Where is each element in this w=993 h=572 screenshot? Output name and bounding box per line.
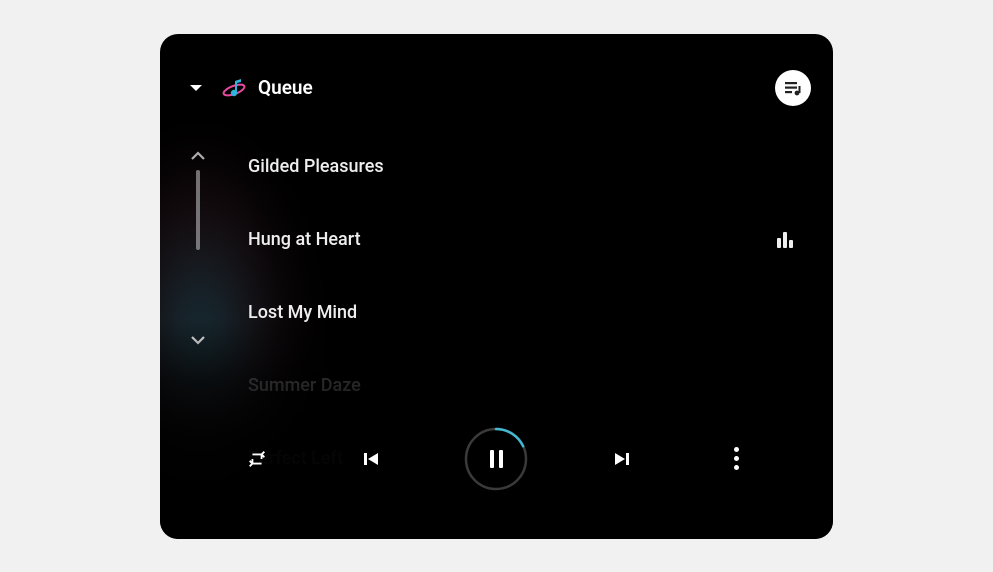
scrollbar-thumb[interactable]: [196, 170, 200, 250]
scroll-up-button[interactable]: [186, 144, 210, 168]
page-title: Queue: [258, 76, 313, 99]
track-row[interactable]: Gilded Pleasures: [248, 130, 811, 203]
collapse-button[interactable]: [182, 81, 210, 95]
skip-next-icon: [612, 449, 632, 469]
music-player-card: Queue Gilded Pleasures Hung at Heart: [160, 34, 833, 539]
previous-button[interactable]: [351, 439, 391, 479]
progress-ring: [464, 427, 528, 491]
repeat-icon: [246, 448, 268, 470]
header: Queue: [182, 72, 811, 104]
track-title: Hung at Heart: [248, 229, 361, 250]
now-playing-button[interactable]: [775, 70, 811, 106]
track-row[interactable]: Lost My Mind: [248, 276, 811, 349]
playback-controls: [160, 419, 833, 499]
app-logo-icon: [220, 74, 248, 102]
track-row[interactable]: Summer Daze: [248, 349, 811, 422]
track-row[interactable]: Hung at Heart: [248, 203, 811, 276]
track-title: Lost My Mind: [248, 302, 357, 323]
playlist-icon: [783, 78, 803, 98]
play-pause-button[interactable]: [464, 427, 528, 491]
repeat-button[interactable]: [237, 439, 277, 479]
chevron-down-icon: [190, 332, 206, 348]
equalizer-icon: [777, 230, 793, 248]
track-title: Summer Daze: [248, 375, 361, 396]
chevron-down-icon: [189, 81, 203, 95]
chevron-up-icon: [190, 148, 206, 164]
next-button[interactable]: [602, 439, 642, 479]
skip-previous-icon: [361, 449, 381, 469]
more-vertical-icon: [734, 447, 739, 470]
scroll-down-button[interactable]: [186, 328, 210, 352]
more-button[interactable]: [716, 439, 756, 479]
track-title: Gilded Pleasures: [248, 156, 384, 177]
